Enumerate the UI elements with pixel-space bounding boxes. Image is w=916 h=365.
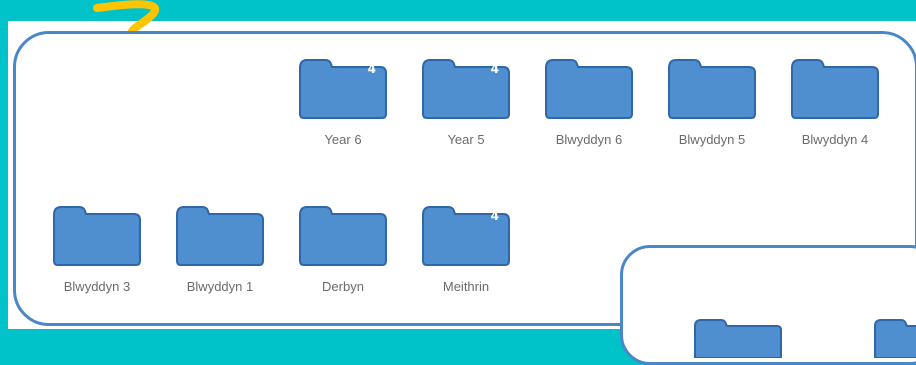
folder-label: Derbyn [322,279,364,294]
folder-icon: 4 [421,58,511,120]
folder-blwyddyn-5[interactable]: Blwyddyn 5 [651,58,773,147]
folder-label: Blwyddyn 1 [186,279,254,294]
folder-icon [694,319,782,358]
folder-icon [175,205,265,267]
folder-blwyddyn-1[interactable]: Blwyddyn 1 [159,205,281,294]
folder-label: Year 5 [447,132,485,147]
folder-icon [790,58,880,120]
folder-blwyddyn-4[interactable]: Blwyddyn 4 [774,58,896,147]
folder-year-6[interactable]: 4 Year 6 [282,58,404,147]
count-badge: 4 [490,209,499,223]
folder-icon [52,205,142,267]
folder-meithrin[interactable]: 4 Meithrin [405,205,527,294]
folder-icon [298,205,388,267]
folder-year-5[interactable]: 4 Year 5 [405,58,527,147]
folder-label: Blwyddyn 4 [801,132,869,147]
folder-derbyn[interactable]: Derbyn [282,205,404,294]
folder-label: Blwyddyn 3 [63,279,131,294]
folder-blwyddyn-6[interactable]: Blwyddyn 6 [528,58,650,147]
folder-icon: 4 [298,58,388,120]
folder-label: Year 6 [324,132,362,147]
folder-icon [544,58,634,120]
count-badge: 4 [490,62,499,76]
folder-blwyddyn-3[interactable]: Blwyddyn 3 [36,205,158,294]
folder-icon [667,58,757,120]
folder-label: Blwyddyn 6 [555,132,623,147]
folder-label: Blwyddyn 5 [678,132,746,147]
folder-icon: 4 [421,205,511,267]
secondary-panel [620,245,916,365]
count-badge: 4 [367,62,376,76]
folder-label: Meithrin [442,279,490,294]
folder-icon [874,319,916,358]
